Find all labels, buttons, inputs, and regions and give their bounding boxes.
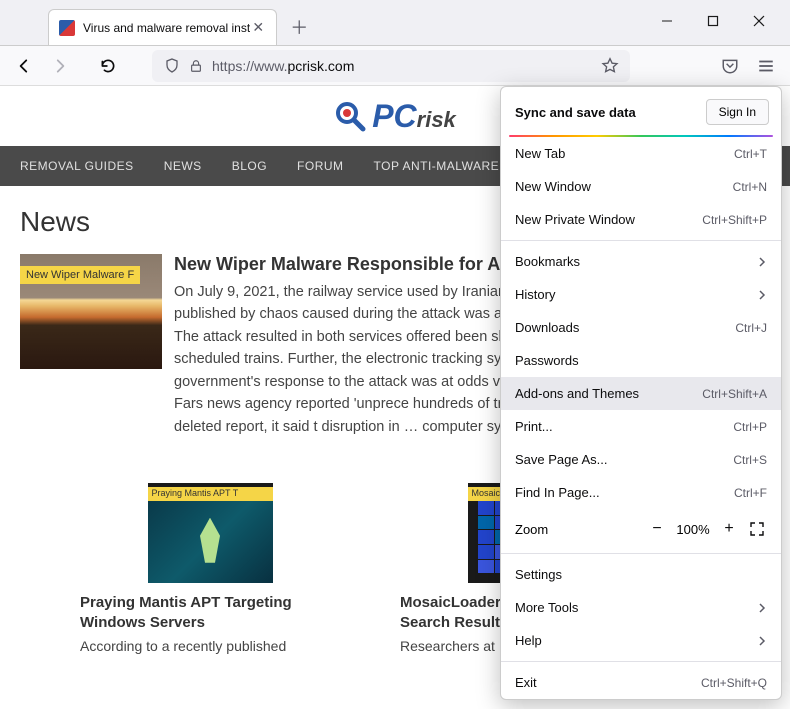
- close-window-button[interactable]: [736, 5, 782, 37]
- back-button[interactable]: [8, 50, 40, 82]
- menu-item-exit[interactable]: Exit Ctrl+Shift+Q: [501, 666, 781, 699]
- tab-strip: Virus and malware removal inst ✕ ＋: [0, 9, 644, 45]
- menu-item-label: New Tab: [515, 146, 565, 161]
- zoom-label: Zoom: [515, 522, 643, 537]
- logo-magnifier-icon: [334, 100, 366, 132]
- menu-item-label: Find In Page...: [515, 485, 600, 500]
- pocket-button[interactable]: [714, 50, 746, 82]
- menu-item-downloads[interactable]: Downloads Ctrl+J: [501, 311, 781, 344]
- chevron-right-icon: [757, 603, 767, 613]
- menu-item-label: Help: [515, 633, 542, 648]
- menu-item-label: History: [515, 287, 555, 302]
- card-thumb-label: Praying Mantis APT T: [148, 487, 273, 501]
- card-thumbnail[interactable]: Praying Mantis APT T: [148, 483, 273, 583]
- forward-button[interactable]: [44, 50, 76, 82]
- fullscreen-button[interactable]: [743, 515, 771, 543]
- menu-item-new-private-window[interactable]: New Private Window Ctrl+Shift+P: [501, 203, 781, 236]
- nav-news[interactable]: NEWS: [164, 159, 202, 173]
- shield-icon[interactable]: [160, 54, 184, 78]
- favicon-icon: [59, 20, 75, 36]
- menu-item-bookmarks[interactable]: Bookmarks: [501, 245, 781, 278]
- menu-zoom-row: Zoom − 100% +: [501, 509, 781, 549]
- menu-item-label: Exit: [515, 675, 537, 690]
- site-logo[interactable]: PCrisk: [334, 98, 456, 135]
- menu-item-label: Print...: [515, 419, 553, 434]
- signin-button[interactable]: Sign In: [706, 99, 769, 125]
- logo-text: PCrisk: [372, 98, 456, 135]
- menu-item-more-tools[interactable]: More Tools: [501, 591, 781, 624]
- menu-item-history[interactable]: History: [501, 278, 781, 311]
- chevron-right-icon: [757, 636, 767, 646]
- menu-item-shortcut: Ctrl+P: [733, 420, 767, 434]
- tab-title: Virus and malware removal inst: [83, 21, 250, 35]
- new-tab-button[interactable]: ＋: [285, 13, 313, 41]
- menu-item-shortcut: Ctrl+N: [733, 180, 767, 194]
- menu-item-label: Downloads: [515, 320, 579, 335]
- menu-separator: [501, 661, 781, 662]
- menu-header: Sync and save data Sign In: [501, 87, 781, 135]
- menu-item-save-page-as[interactable]: Save Page As... Ctrl+S: [501, 443, 781, 476]
- menu-item-label: Add-ons and Themes: [515, 386, 639, 401]
- app-menu: Sync and save data Sign In New Tab Ctrl+T…: [500, 86, 782, 700]
- menu-item-add-ons-and-themes[interactable]: Add-ons and Themes Ctrl+Shift+A: [501, 377, 781, 410]
- titlebar: Virus and malware removal inst ✕ ＋: [0, 0, 790, 46]
- chevron-right-icon: [757, 290, 767, 300]
- thumbnail-label: New Wiper Malware F: [20, 266, 140, 284]
- menu-item-help[interactable]: Help: [501, 624, 781, 657]
- card-text: According to a recently published: [80, 638, 340, 654]
- menu-item-settings[interactable]: Settings: [501, 558, 781, 591]
- nav-blog[interactable]: BLOG: [232, 159, 267, 173]
- minimize-button[interactable]: [644, 5, 690, 37]
- url-text: https://www.pcrisk.com: [208, 58, 598, 74]
- menu-separator: [501, 240, 781, 241]
- menu-item-new-window[interactable]: New Window Ctrl+N: [501, 170, 781, 203]
- zoom-out-button[interactable]: −: [643, 515, 671, 543]
- menu-item-passwords[interactable]: Passwords: [501, 344, 781, 377]
- menu-item-find-in-page[interactable]: Find In Page... Ctrl+F: [501, 476, 781, 509]
- nav-top-anti-malware[interactable]: TOP ANTI-MALWARE: [374, 159, 500, 173]
- toolbar: https://www.pcrisk.com: [0, 46, 790, 86]
- nav-forum[interactable]: FORUM: [297, 159, 344, 173]
- app-menu-button[interactable]: [750, 50, 782, 82]
- card-title[interactable]: Praying Mantis APT Targeting Windows Ser…: [80, 593, 340, 632]
- menu-item-print[interactable]: Print... Ctrl+P: [501, 410, 781, 443]
- bookmark-star-icon[interactable]: [598, 54, 622, 78]
- zoom-percent: 100%: [671, 522, 715, 537]
- zoom-in-button[interactable]: +: [715, 515, 743, 543]
- menu-sync-title: Sync and save data: [515, 105, 636, 120]
- menu-item-new-tab[interactable]: New Tab Ctrl+T: [501, 137, 781, 170]
- lock-icon[interactable]: [184, 54, 208, 78]
- article-thumbnail[interactable]: New Wiper Malware F: [20, 254, 162, 369]
- tab-active[interactable]: Virus and malware removal inst ✕: [48, 9, 277, 45]
- menu-item-label: New Window: [515, 179, 591, 194]
- reload-button[interactable]: [92, 50, 124, 82]
- menu-item-shortcut: Ctrl+T: [734, 147, 767, 161]
- menu-item-shortcut: Ctrl+J: [735, 321, 767, 335]
- menu-item-shortcut: Ctrl+Shift+Q: [701, 676, 767, 690]
- menu-separator: [501, 553, 781, 554]
- menu-item-label: More Tools: [515, 600, 578, 615]
- menu-item-label: Settings: [515, 567, 562, 582]
- menu-item-label: Passwords: [515, 353, 579, 368]
- menu-item-shortcut: Ctrl+Shift+A: [702, 387, 767, 401]
- nav-removal-guides[interactable]: REMOVAL GUIDES: [20, 159, 134, 173]
- window-controls: [644, 5, 790, 37]
- chevron-right-icon: [757, 257, 767, 267]
- menu-item-label: New Private Window: [515, 212, 635, 227]
- menu-item-shortcut: Ctrl+Shift+P: [702, 213, 767, 227]
- tab-close-icon[interactable]: ✕: [250, 20, 266, 36]
- menu-item-label: Bookmarks: [515, 254, 580, 269]
- url-bar[interactable]: https://www.pcrisk.com: [152, 50, 630, 82]
- menu-item-label: Save Page As...: [515, 452, 608, 467]
- card-praying-mantis: Praying Mantis APT T Praying Mantis APT …: [80, 483, 340, 654]
- menu-item-shortcut: Ctrl+F: [734, 486, 767, 500]
- menu-item-shortcut: Ctrl+S: [733, 453, 767, 467]
- maximize-button[interactable]: [690, 5, 736, 37]
